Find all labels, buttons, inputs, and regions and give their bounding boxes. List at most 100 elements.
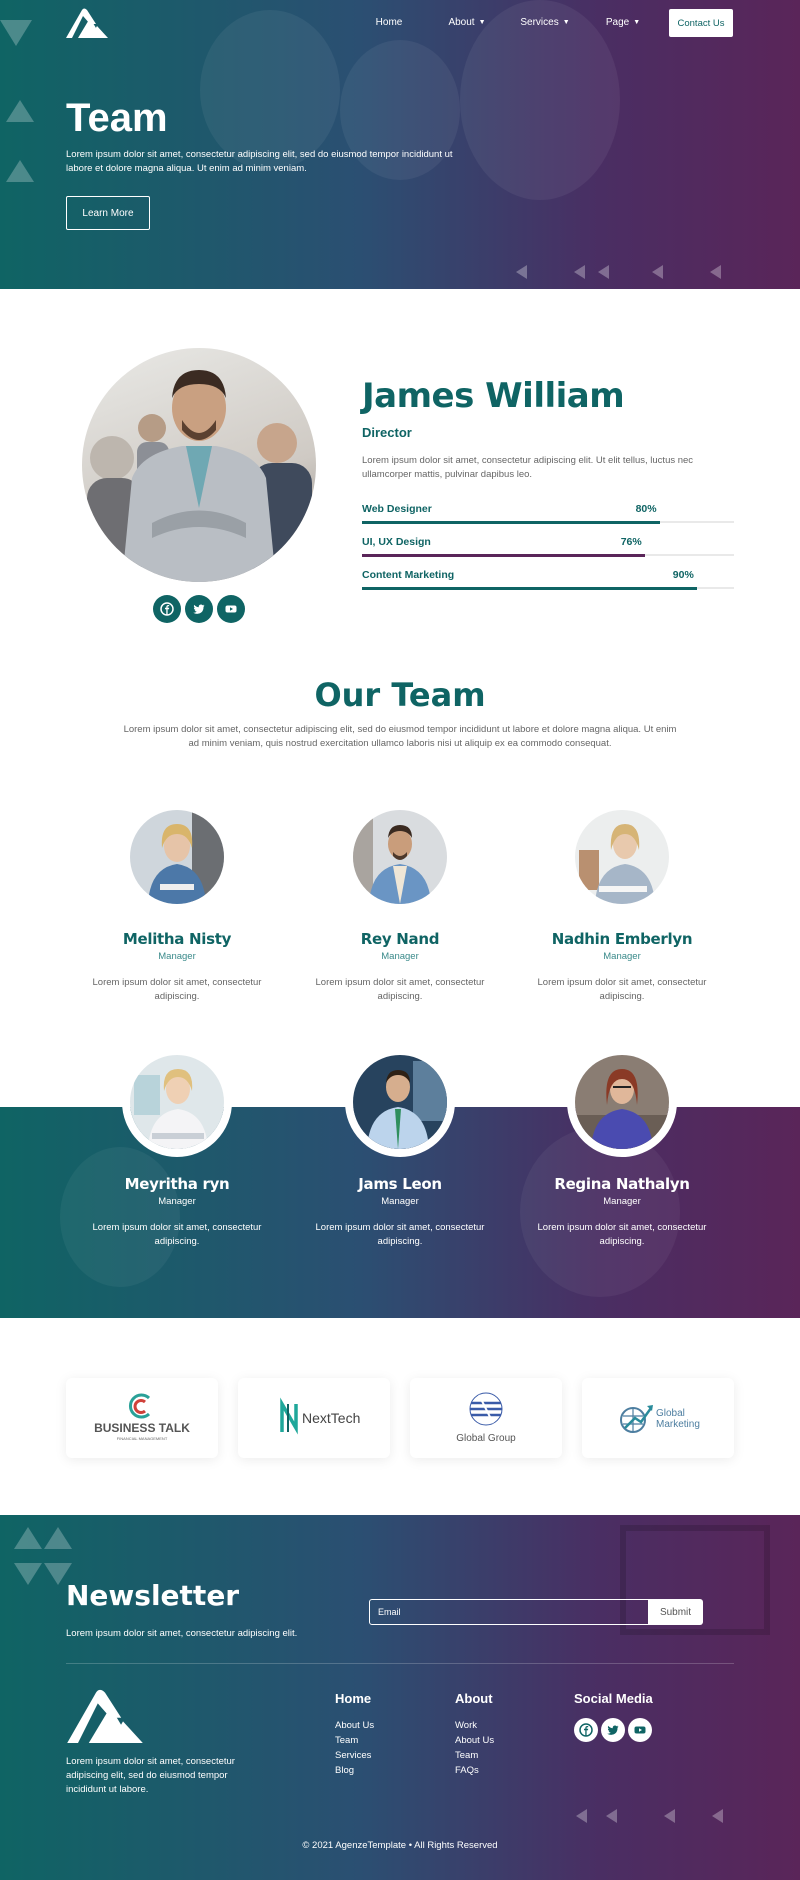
client-logo-business-talk[interactable]: BUSINESS TALK FINANCIAL MANAGEMENT (66, 1378, 218, 1458)
chevron-down-icon: ▼ (478, 18, 486, 26)
skill-track (362, 520, 734, 524)
chevron-down-icon: ▼ (633, 18, 641, 26)
member-name: Melitha Nisty (122, 930, 232, 948)
client-name: BUSINESS TALK (94, 1421, 190, 1435)
footer-logo-icon[interactable] (66, 1689, 144, 1743)
nav-about[interactable]: About ▼ (428, 15, 506, 29)
client-logo-global-group[interactable]: Global Group (410, 1378, 562, 1458)
team-member-card[interactable]: Jams Leon Manager Lorem ipsum dolor sit … (300, 1047, 500, 1249)
footer-link[interactable]: Team (455, 1748, 494, 1763)
member-role: Manager (381, 951, 419, 962)
skill-value: 90% (672, 569, 694, 581)
nav-home[interactable]: Home (350, 15, 428, 29)
team-member-card[interactable]: Regina Nathalyn Manager Lorem ipsum dolo… (522, 1047, 722, 1249)
team-member-card[interactable]: Nadhin Emberlyn Manager Lorem ipsum dolo… (522, 810, 722, 1004)
skill-ui-ux-design: UI, UX Design 76% (362, 536, 734, 557)
footer-about-heading: About (455, 1691, 493, 1706)
footer-link[interactable]: About Us (455, 1733, 494, 1748)
member-name: Regina Nathalyn (554, 1175, 690, 1193)
member-name: Nadhin Emberlyn (551, 930, 693, 948)
hero-bg-figure (200, 10, 340, 170)
hero-text: Lorem ipsum dolor sit amet, consectetur … (66, 149, 453, 174)
youtube-icon[interactable] (217, 595, 245, 623)
team-member-card[interactable]: Rey Nand Manager Lorem ipsum dolor sit a… (300, 810, 500, 1004)
email-input[interactable] (369, 1599, 649, 1625)
member-photo (353, 810, 447, 904)
footer-link[interactable]: Work (455, 1718, 494, 1733)
business-talk-logo: BUSINESS TALK FINANCIAL MANAGEMENT (94, 1393, 190, 1441)
profile-social-links (153, 595, 245, 623)
skill-label: UI, UX Design (362, 536, 431, 548)
newsletter-title: Newsletter (66, 1579, 240, 1612)
twitter-icon[interactable] (185, 595, 213, 623)
page-title: Team (66, 96, 168, 140)
facebook-icon[interactable] (153, 595, 181, 623)
decor-arrow (576, 1809, 587, 1823)
footer-link[interactable]: Services (335, 1748, 374, 1763)
member-name: Rey Nand (360, 930, 440, 948)
member-role: Manager (158, 951, 196, 962)
client-tagline: FINANCIAL MANAGEMENT (117, 1436, 168, 1441)
client-logo-nexttech[interactable]: NextTech (238, 1378, 390, 1458)
team-member-card[interactable]: Meyritha ryn Manager Lorem ipsum dolor s… (77, 1047, 277, 1249)
footer-social-heading: Social Media (574, 1691, 653, 1706)
footer-link[interactable]: Blog (335, 1763, 374, 1778)
nav-page-label: Page (605, 16, 630, 28)
member-role: Manager (603, 1196, 641, 1207)
profile-role: Director (362, 425, 412, 440)
skill-track (362, 586, 734, 590)
member-photo (130, 810, 224, 904)
decor-triangle (44, 1527, 72, 1549)
member-description: Lorem ipsum dolor sit amet, consectetur … (315, 977, 485, 1002)
footer-link[interactable]: Team (335, 1733, 374, 1748)
decor-arrow (652, 265, 663, 279)
member-photo (567, 1047, 677, 1157)
decor-arrow (606, 1809, 617, 1823)
decor-arrow (664, 1809, 675, 1823)
footer-home-column: Home About Us Team Services Blog (335, 1691, 374, 1778)
member-description: Lorem ipsum dolor sit amet, consectetur … (92, 1222, 262, 1247)
skill-content-marketing: Content Marketing 90% (362, 569, 734, 590)
decor-triangle (14, 1563, 42, 1585)
logo-icon[interactable] (66, 8, 108, 38)
twitter-icon[interactable] (601, 1718, 625, 1742)
profile-description: Lorem ipsum dolor sit amet, consectetur … (362, 455, 694, 480)
main-nav: Home About ▼ Services ▼ Page ▼ (350, 15, 662, 29)
hero-bg-figure (460, 0, 620, 200)
nexttech-logo: NextTech (280, 1397, 360, 1435)
skill-value: 76% (620, 536, 642, 548)
team-member-card[interactable]: Melitha Nisty Manager Lorem ipsum dolor … (77, 810, 277, 1004)
learn-more-button[interactable]: Learn More (66, 196, 150, 230)
member-description: Lorem ipsum dolor sit amet, consectetur … (92, 977, 262, 1002)
member-name: Jams Leon (358, 1175, 442, 1193)
decor-triangle (0, 20, 32, 46)
nav-services[interactable]: Services ▼ (506, 15, 584, 29)
footer-link[interactable]: About Us (335, 1718, 374, 1733)
member-name: Meyritha ryn (124, 1175, 230, 1193)
nav-page[interactable]: Page ▼ (584, 15, 662, 29)
member-role: Manager (381, 1196, 419, 1207)
skill-bar-fill (362, 586, 697, 590)
profile-name: James William (362, 376, 625, 416)
member-description: Lorem ipsum dolor sit amet, consectetur … (537, 977, 707, 1002)
decor-arrow (598, 265, 609, 279)
decor-triangle (6, 100, 34, 122)
submit-button[interactable]: Submit (648, 1599, 703, 1625)
member-description: Lorem ipsum dolor sit amet, consectetur … (537, 1222, 707, 1247)
nav-about-label: About (448, 16, 475, 28)
member-role: Manager (603, 951, 641, 962)
client-logo-global-marketing[interactable]: Global Marketing (582, 1378, 734, 1458)
team-section-title: Our Team (314, 676, 486, 714)
contact-us-button[interactable]: Contact Us (669, 9, 733, 37)
footer: Newsletter Lorem ipsum dolor sit amet, c… (0, 1515, 800, 1880)
skill-track (362, 553, 734, 557)
skill-bar-fill (362, 553, 645, 557)
decor-arrow (712, 1809, 723, 1823)
facebook-icon[interactable] (574, 1718, 598, 1742)
nav-services-label: Services (520, 16, 559, 28)
youtube-icon[interactable] (628, 1718, 652, 1742)
footer-home-heading: Home (335, 1691, 372, 1706)
decor-arrow (710, 265, 721, 279)
footer-link[interactable]: FAQs (455, 1763, 494, 1778)
nav-home-label: Home (375, 16, 403, 28)
